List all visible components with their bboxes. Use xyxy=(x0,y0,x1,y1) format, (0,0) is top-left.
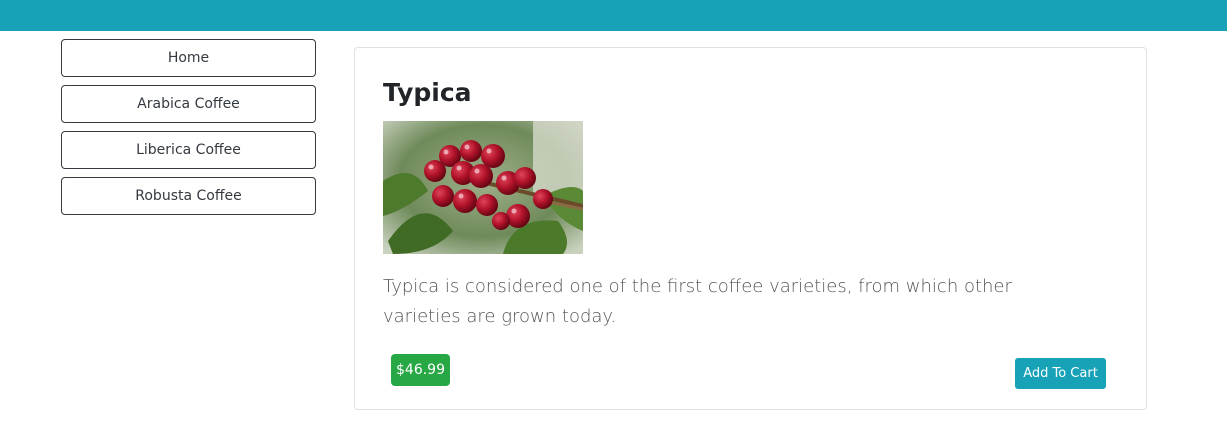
product-card: Typica Typica is considered one of the f… xyxy=(354,47,1147,410)
nav-liberica-coffee-button[interactable]: Liberica Coffee xyxy=(61,131,316,169)
nav-home-button[interactable]: Home xyxy=(61,39,316,77)
product-image xyxy=(383,121,583,254)
nav-robusta-coffee-button[interactable]: Robusta Coffee xyxy=(61,177,316,215)
add-to-cart-button[interactable]: Add To Cart xyxy=(1015,358,1106,389)
coffee-cherries-photo-icon xyxy=(383,121,583,254)
top-navbar xyxy=(0,0,1227,31)
product-description: Typica is considered one of the first co… xyxy=(383,276,1012,327)
price-badge: $46.99 xyxy=(391,354,450,386)
nav-arabica-coffee-button[interactable]: Arabica Coffee xyxy=(61,85,316,123)
product-title: Typica xyxy=(383,78,472,107)
category-sidebar: Home Arabica Coffee Liberica Coffee Robu… xyxy=(61,39,316,223)
